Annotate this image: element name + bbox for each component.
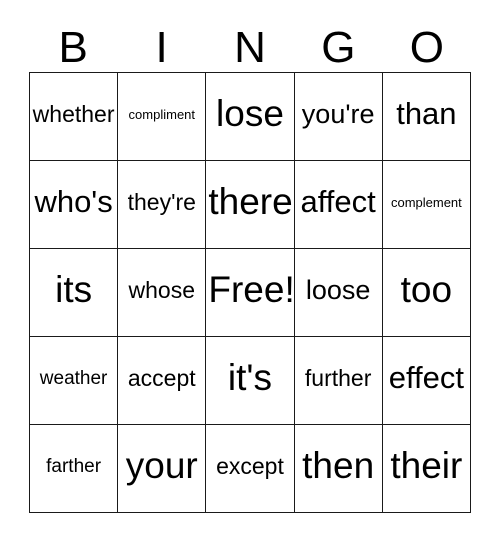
bingo-cell[interactable]: effect bbox=[381, 336, 472, 425]
bingo-cell-label: they're bbox=[127, 189, 196, 216]
bingo-row: whether compliment lose you're than bbox=[28, 72, 472, 161]
bingo-cell-label: whether bbox=[32, 101, 115, 128]
bingo-cell-label: farther bbox=[46, 455, 102, 477]
bingo-cell-label: then bbox=[302, 445, 375, 487]
bingo-cell[interactable]: there bbox=[205, 160, 295, 249]
bingo-cell-label: who's bbox=[34, 184, 113, 220]
bingo-cell[interactable]: then bbox=[293, 424, 383, 513]
bingo-cell[interactable]: they're bbox=[117, 160, 207, 249]
bingo-cell[interactable]: accept bbox=[117, 336, 207, 425]
bingo-grid: whether compliment lose you're than who'… bbox=[28, 72, 472, 513]
bingo-cell-label: loose bbox=[305, 275, 371, 306]
bingo-cell[interactable]: complement bbox=[381, 160, 472, 249]
bingo-header-letter-i: I bbox=[155, 23, 168, 72]
bingo-cell[interactable]: lose bbox=[205, 72, 295, 161]
bingo-cell[interactable]: their bbox=[381, 424, 472, 513]
bingo-header-letter-b: B bbox=[58, 23, 88, 72]
bingo-cell-label: weather bbox=[39, 367, 108, 389]
bingo-header-letter-n: N bbox=[234, 23, 266, 72]
bingo-cell[interactable]: your bbox=[117, 424, 207, 513]
bingo-cell-label: affect bbox=[300, 184, 376, 220]
bingo-cell[interactable]: than bbox=[381, 72, 472, 161]
bingo-cell[interactable]: further bbox=[293, 336, 383, 425]
bingo-cell-label: their bbox=[390, 445, 463, 487]
bingo-cell[interactable]: it's bbox=[205, 336, 295, 425]
bingo-header-row: B I N G O bbox=[29, 14, 471, 72]
bingo-row: weather accept it's further effect bbox=[28, 336, 472, 425]
bingo-cell[interactable]: loose bbox=[293, 248, 383, 337]
bingo-cell-label: whose bbox=[128, 277, 196, 304]
bingo-cell[interactable]: its bbox=[28, 248, 119, 337]
bingo-cell-label: its bbox=[55, 269, 93, 311]
bingo-free-space-label: Free! bbox=[208, 269, 295, 311]
bingo-header-letter-o: O bbox=[409, 23, 444, 72]
bingo-cell[interactable]: affect bbox=[293, 160, 383, 249]
bingo-cell-label: your bbox=[125, 445, 198, 487]
bingo-cell-label: complement bbox=[390, 194, 462, 210]
bingo-row: who's they're there affect complement bbox=[28, 160, 472, 249]
bingo-cell-label: too bbox=[400, 269, 453, 311]
bingo-row: its whose Free! loose too bbox=[28, 248, 472, 337]
bingo-cell[interactable]: compliment bbox=[117, 72, 207, 161]
bingo-cell-label: except bbox=[216, 453, 284, 480]
bingo-cell-label: further bbox=[304, 365, 372, 392]
bingo-cell-label: compliment bbox=[128, 106, 196, 122]
bingo-cell-label: you're bbox=[301, 99, 375, 130]
bingo-cell[interactable]: too bbox=[381, 248, 472, 337]
bingo-cell[interactable]: weather bbox=[28, 336, 119, 425]
bingo-cell[interactable]: whose bbox=[117, 248, 207, 337]
bingo-cell-label: it's bbox=[227, 357, 272, 399]
bingo-cell[interactable]: who's bbox=[28, 160, 119, 249]
bingo-cell-label: accept bbox=[127, 365, 196, 392]
bingo-card: B I N G O whether compliment lose you're… bbox=[28, 14, 472, 513]
bingo-cell[interactable]: you're bbox=[293, 72, 383, 161]
bingo-cell-free-space[interactable]: Free! bbox=[205, 248, 295, 337]
bingo-cell-label: effect bbox=[388, 360, 464, 396]
bingo-cell[interactable]: farther bbox=[28, 424, 119, 513]
bingo-cell-label: lose bbox=[216, 93, 284, 135]
bingo-row: farther your except then their bbox=[28, 424, 472, 513]
bingo-cell-label: than bbox=[396, 96, 457, 132]
bingo-header-letter-g: G bbox=[321, 23, 356, 72]
bingo-cell[interactable]: whether bbox=[28, 72, 119, 161]
bingo-cell[interactable]: except bbox=[205, 424, 295, 513]
bingo-cell-label: there bbox=[208, 181, 293, 223]
